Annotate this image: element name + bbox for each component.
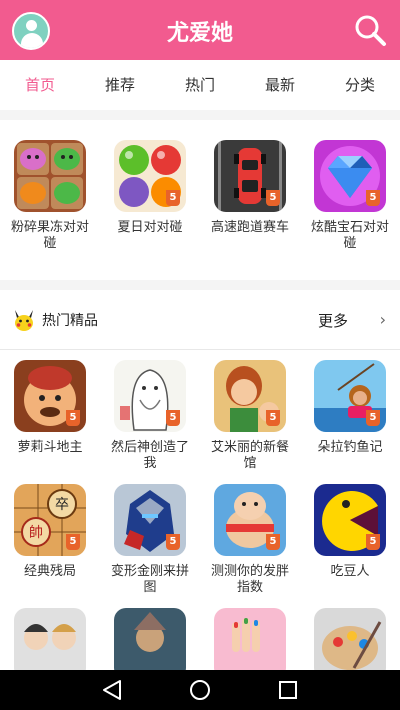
html5-badge: 5 — [166, 410, 180, 426]
system-nav-bar — [0, 670, 400, 710]
game-name: 艾米丽的新餐馆 — [210, 440, 289, 471]
race-car-game-icon: 5 — [214, 140, 286, 212]
game-name: 经典残局 — [23, 564, 76, 579]
html5-badge: 5 — [366, 190, 380, 206]
search-icon[interactable] — [352, 12, 388, 48]
tab-bar: 首页 推荐 热门 最新 分类 — [0, 60, 400, 110]
tab-home[interactable]: 首页 — [0, 60, 80, 110]
svg-text:帥: 帥 — [29, 525, 43, 541]
dora-fishing-game-icon: 5 — [314, 360, 386, 432]
game-tile[interactable]: 5 炫酷宝石对对碰 — [300, 140, 400, 252]
html5-badge: 5 — [66, 410, 80, 426]
app-title: 尤爱她 — [166, 21, 233, 46]
game-name: 萝莉斗地主 — [17, 440, 83, 455]
transformers-puzzle-game-icon: 5 — [114, 484, 186, 556]
game-name: 变形金刚来拼图 — [110, 564, 189, 595]
game-name: 然后神创造了我 — [110, 440, 189, 471]
god-created-game-icon: 5 — [114, 360, 186, 432]
game-name: 粉碎果冻对对碰 — [10, 220, 89, 251]
featured-games: 粉碎果冻对对碰 5 夏日对对碰 5 高速跑道赛车 5 炫酷宝石对对碰 — [0, 140, 400, 252]
pikachu-icon — [12, 308, 36, 332]
more-link[interactable]: 更多 — [318, 310, 348, 331]
hot-games-row: 5 萝莉斗地主 5 然后神创造了我 5 艾米丽的新餐馆 5 朵拉钓鱼记 — [0, 360, 400, 472]
emily-restaurant-game-icon: 5 — [214, 360, 286, 432]
html5-badge: 5 — [166, 534, 180, 550]
chevron-right-icon[interactable]: › — [380, 310, 386, 329]
html5-badge: 5 — [166, 190, 180, 206]
game-name: 炫酷宝石对对碰 — [310, 220, 389, 251]
game-tile[interactable]: 5 高速跑道赛车 — [200, 140, 300, 252]
pacman-game-icon: 5 — [314, 484, 386, 556]
app-header: 尤爱她 — [0, 0, 400, 60]
game-tile[interactable]: 5 萝莉斗地主 — [0, 360, 100, 472]
html5-badge: 5 — [266, 410, 280, 426]
chinese-chess-game-icon: 卒 帥 5 — [14, 484, 86, 556]
hot-section-header: 热门精品 更多 › — [0, 290, 400, 350]
fat-index-game-icon: 5 — [214, 484, 286, 556]
game-tile[interactable]: 卒 帥 5 经典残局 — [0, 484, 100, 596]
game-tile[interactable]: 粉碎果冻对对碰 — [0, 140, 100, 252]
gem-game-icon: 5 — [314, 140, 386, 212]
home-icon[interactable] — [170, 670, 230, 710]
tab-latest[interactable]: 最新 — [240, 60, 320, 110]
game-name: 吃豆人 — [330, 564, 370, 579]
tab-category[interactable]: 分类 — [320, 60, 400, 110]
game-name: 朵拉钓鱼记 — [317, 440, 383, 455]
fruit-balls-game-icon: 5 — [114, 140, 186, 212]
hot-games-row: 卒 帥 5 经典残局 5 变形金刚来拼图 5 测测你的发胖指数 5 吃豆人 — [0, 484, 400, 596]
tab-recommended[interactable]: 推荐 — [80, 60, 160, 110]
game-name: 高速跑道赛车 — [210, 220, 289, 235]
game-tile[interactable]: 5 然后神创造了我 — [100, 360, 200, 472]
html5-badge: 5 — [266, 534, 280, 550]
html5-badge: 5 — [366, 534, 380, 550]
game-tile[interactable]: 5 变形金刚来拼图 — [100, 484, 200, 596]
jelly-game-icon — [14, 140, 86, 212]
svg-text:卒: 卒 — [55, 497, 69, 513]
back-icon[interactable] — [82, 670, 142, 710]
game-name: 夏日对对碰 — [117, 220, 183, 235]
section-divider — [0, 280, 400, 290]
html5-badge: 5 — [366, 410, 380, 426]
game-name: 测测你的发胖指数 — [210, 564, 289, 595]
game-tile[interactable]: 5 朵拉钓鱼记 — [300, 360, 400, 472]
recent-apps-icon[interactable] — [258, 670, 318, 710]
tab-hot[interactable]: 热门 — [160, 60, 240, 110]
html5-badge: 5 — [266, 190, 280, 206]
game-tile[interactable]: 5 测测你的发胖指数 — [200, 484, 300, 596]
html5-badge: 5 — [66, 534, 80, 550]
landlord-game-icon: 5 — [14, 360, 86, 432]
game-tile[interactable]: 5 吃豆人 — [300, 484, 400, 596]
section-divider — [0, 110, 400, 120]
section-title: 热门精品 — [42, 313, 98, 329]
game-tile[interactable]: 5 夏日对对碰 — [100, 140, 200, 252]
game-tile[interactable]: 5 艾米丽的新餐馆 — [200, 360, 300, 472]
